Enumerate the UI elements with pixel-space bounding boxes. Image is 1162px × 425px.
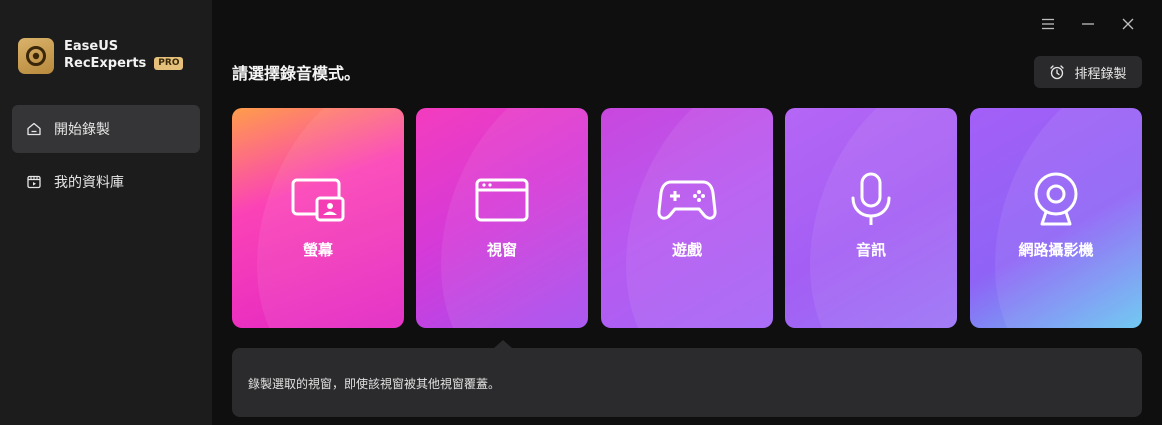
sidebar-item-label: 我的資料庫 — [54, 175, 124, 191]
mode-card-game[interactable]: 遊戲 — [601, 108, 773, 328]
app-logo: EaseUS RecExperts PRO — [18, 38, 184, 74]
sidebar-item-label: 開始錄製 — [54, 122, 110, 138]
sidebar: EaseUS RecExperts PRO 開始錄製 我的資料庫 — [0, 0, 212, 425]
window-icon — [416, 172, 588, 228]
microphone-icon — [785, 172, 957, 228]
mode-label: 遊戲 — [671, 241, 702, 259]
gamepad-icon — [601, 172, 773, 228]
brand-name: EaseUS RecExperts PRO — [64, 38, 184, 72]
menu-icon — [1042, 18, 1054, 30]
mode-card-screen[interactable]: 螢幕 — [232, 108, 404, 328]
pro-badge: PRO — [154, 57, 184, 70]
mode-label: 音訊 — [855, 241, 886, 259]
mode-card-audio[interactable]: 音訊 — [785, 108, 957, 328]
mode-label: 視窗 — [486, 241, 517, 259]
mode-label: 螢幕 — [302, 241, 333, 259]
schedule-label: 排程錄製 — [1074, 66, 1127, 82]
mode-card-window[interactable]: 視窗 — [416, 108, 588, 328]
mode-label: 網路攝影機 — [1018, 241, 1094, 259]
sidebar-item-my-library[interactable]: 我的資料庫 — [12, 158, 200, 206]
page-title: 請選擇錄音模式。 — [232, 64, 361, 83]
brand-line2: RecExperts — [64, 56, 147, 71]
library-icon — [26, 174, 42, 190]
sidebar-item-start-recording[interactable]: 開始錄製 — [12, 105, 200, 153]
mode-description-tooltip: 錄製選取的視窗，即使該視窗被其他視窗覆蓋。 — [232, 340, 1142, 417]
close-button[interactable] — [1118, 14, 1138, 34]
close-icon — [1122, 18, 1134, 30]
minimize-button[interactable] — [1078, 14, 1098, 34]
mode-card-webcam[interactable]: 網路攝影機 — [970, 108, 1142, 328]
brand-line1: EaseUS — [64, 39, 119, 54]
screen-icon — [232, 172, 404, 228]
recexperts-logo-icon — [18, 38, 54, 74]
alarm-clock-icon — [1049, 64, 1065, 80]
schedule-recording-button[interactable]: 排程錄製 — [1034, 56, 1142, 88]
home-icon — [26, 121, 42, 137]
webcam-icon — [970, 172, 1142, 228]
minimize-icon — [1082, 23, 1094, 25]
menu-button[interactable] — [1038, 14, 1058, 34]
mode-description-text: 錄製選取的視窗，即使該視窗被其他視窗覆蓋。 — [248, 377, 501, 391]
